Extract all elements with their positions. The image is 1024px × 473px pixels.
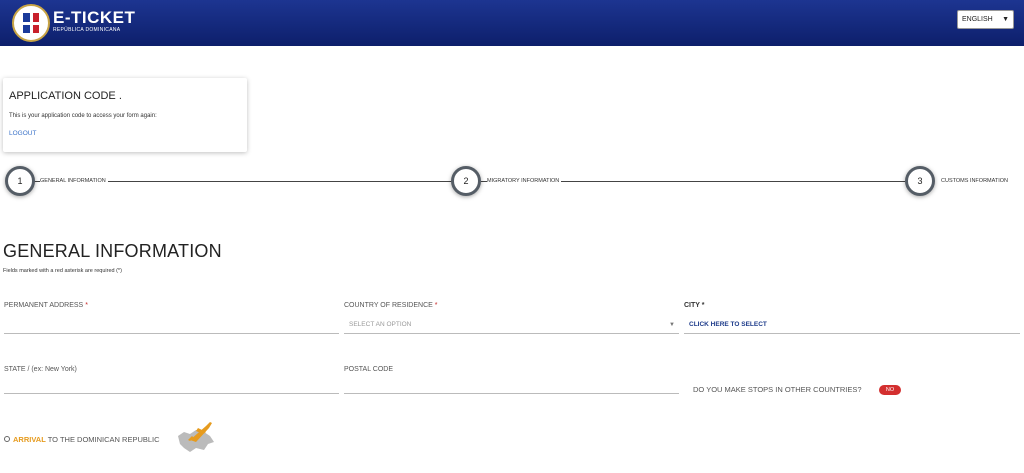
step-2-circle[interactable]: 2 [451, 166, 481, 196]
chevron-down-icon: ▼ [669, 322, 675, 328]
airplane-map-icon [178, 422, 214, 452]
permanent-address-label: PERMANENT ADDRESS * [4, 302, 88, 309]
stops-toggle[interactable]: NO [879, 385, 901, 395]
permanent-address-input[interactable] [4, 333, 339, 334]
required-asterisk: * [85, 302, 88, 309]
country-of-residence-label-text: COUNTRY OF RESIDENCE [344, 302, 433, 309]
state-input[interactable] [4, 393, 339, 394]
stops-question-label: DO YOU MAKE STOPS IN OTHER COUNTRIES? [693, 385, 862, 394]
application-code-title: APPLICATION CODE . [9, 90, 122, 102]
arrival-radio[interactable] [4, 436, 10, 442]
step-1-circle[interactable]: 1 [5, 166, 35, 196]
step-3-circle[interactable]: 3 [905, 166, 935, 196]
state-label: STATE / (ex: New York) [4, 366, 77, 373]
page-title: GENERAL INFORMATION [3, 241, 222, 261]
logout-link[interactable]: LOGOUT [9, 130, 36, 137]
brand-title: E-TICKET [53, 8, 136, 27]
required-fields-note: Fields marked with a red asterisk are re… [3, 268, 122, 274]
required-asterisk: * [434, 302, 438, 309]
city-select-link[interactable]: CLICK HERE TO SELECT [689, 321, 767, 328]
language-select[interactable]: ENGLISH ▼ [957, 10, 1014, 29]
application-code-card: APPLICATION CODE . This is your applicat… [3, 78, 247, 152]
top-header-bar: E-TICKET REPÚBLICA DOMINICANA ENGLISH ▼ [0, 0, 1024, 46]
country-of-residence-select[interactable] [344, 333, 679, 334]
arrival-highlight: ARRIVAL [13, 435, 46, 444]
country-select-placeholder[interactable]: SELECT AN OPTION [349, 321, 411, 328]
step-2-label: MIGRATORY INFORMATION [487, 178, 562, 184]
step-3-label: CUSTOMS INFORMATION [941, 178, 1011, 184]
city-label: CITY * [684, 302, 705, 309]
permanent-address-label-text: PERMANENT ADDRESS [4, 302, 84, 309]
brand: E-TICKET REPÚBLICA DOMINICANA [53, 9, 135, 34]
arrival-option-label[interactable]: ARRIVAL TO THE DOMINICAN REPUBLIC [13, 435, 160, 444]
postal-code-label: POSTAL CODE [344, 366, 394, 373]
arrival-rest: TO THE DOMINICAN REPUBLIC [45, 435, 160, 444]
country-of-residence-label: COUNTRY OF RESIDENCE * [344, 302, 438, 309]
chevron-down-icon: ▼ [1002, 16, 1009, 23]
brand-subtitle: REPÚBLICA DOMINICANA [53, 27, 121, 33]
dominican-republic-seal-logo [12, 4, 50, 42]
required-asterisk: * [701, 302, 705, 309]
city-label-text: CITY [684, 302, 700, 309]
language-value: ENGLISH [962, 16, 993, 23]
postal-code-input[interactable] [344, 393, 679, 394]
application-code-description: This is your application code to access … [9, 113, 157, 119]
step-1-label: GENERAL INFORMATION [40, 178, 108, 184]
city-field-underline [684, 333, 1020, 334]
